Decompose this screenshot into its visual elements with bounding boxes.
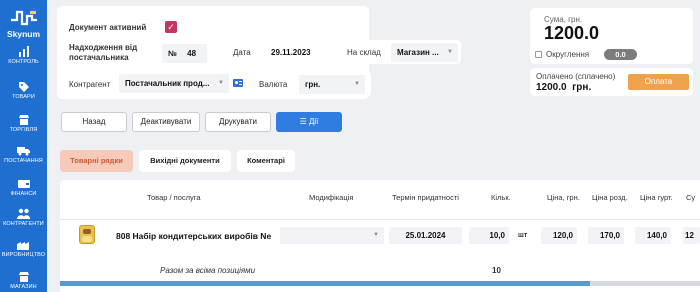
sidebar-item-label: ФІНАНСИ [10,191,37,197]
col-header-product[interactable]: Товар / послуга [147,193,201,202]
chevron-down-icon: ▼ [354,81,360,87]
sidebar-item-trade[interactable]: ТОРГІВЛЯ [0,114,47,133]
active-label: Документ активний [69,23,147,32]
actions-button[interactable]: ☰ Дії [276,112,342,132]
sidebar-item-finance[interactable]: ФІНАНСИ [0,178,47,197]
sidebar-item-supply[interactable]: ПОСТАЧАННЯ [0,145,47,164]
paid-label: Оплачено (сплачено) [536,72,616,81]
unit-label: шт [518,232,528,239]
sidebar-item-label: КОНТРАГЕНТИ [3,221,44,227]
date-warehouse-row: Дата 29.11.2023 На склад Магазин ... ▼ [215,40,461,64]
col-header-expiry[interactable]: Термін придатності [392,193,459,202]
retail-price-field[interactable]: 170,0 [588,227,624,244]
rounding-value: 0.0 [604,49,637,60]
deactivate-button[interactable]: Деактивувати [132,112,200,132]
expiry-field[interactable]: 25.01.2024 [389,227,462,244]
sidebar-item-label: ВИРОБНИЦТВО [1,252,46,258]
shop-icon [18,272,29,282]
date-field[interactable]: 29.11.2023 [265,43,330,62]
rounding-label: Округлення [546,50,590,59]
sidebar-item-control[interactable]: КОНТРОЛЬ [0,46,47,65]
chevron-down-icon: ▼ [218,80,224,86]
currency-card: Валюта грн. ▼ [255,71,371,97]
list-icon: ☰ [299,117,309,126]
print-button[interactable]: Друкувати [205,112,271,132]
header-divider [60,219,700,220]
paid-value: 1200.0 грн. [536,82,592,93]
date-card: Дата 29.11.2023 [223,40,335,64]
sidebar-item-contractors[interactable]: КОНТРАГЕНТИ [0,208,47,227]
chevron-down-icon: ▼ [373,232,379,238]
skynum-logo-icon [10,8,37,26]
col-header-price[interactable]: Ціна, грн. [547,193,580,202]
total-qty: 10 [492,266,501,275]
date-label: Дата [233,48,251,57]
back-button[interactable]: Назад [61,112,127,132]
sidebar-item-production[interactable]: ВИРОБНИЦТВО [0,239,47,258]
sidebar-item-shop[interactable]: МАГАЗИН [0,272,47,290]
warehouse-card: На склад Магазин ... ▼ [339,40,461,64]
store-icon [18,115,29,125]
sum-value: 1200.0 [544,23,600,43]
chevron-down-icon: ▼ [447,49,453,55]
product-name[interactable]: 808 Набір кондитерських виробів Ne [116,231,271,241]
col-header-retail[interactable]: Ціна розд. [592,193,628,202]
paid-card: Оплачено (сплачено) 1200.0 грн. Оплата [530,68,693,96]
factory-icon [17,242,29,250]
horizontal-scrollbar[interactable] [60,281,700,286]
tab-product-lines[interactable]: Товарні рядки [60,150,133,172]
chart-icon [18,46,29,57]
price-field[interactable]: 120,0 [541,227,577,244]
active-checkbox[interactable]: ✓ [165,21,177,33]
col-header-modification[interactable]: Модифікація [309,193,353,202]
product-thumbnail [79,225,95,244]
tab-comments[interactable]: Коментарі [237,150,295,172]
wholesale-price-field[interactable]: 140,0 [635,227,671,244]
sidebar-item-label: ТОРГІВЛЯ [9,127,38,133]
users-icon [17,208,30,219]
doc-number-field[interactable]: № 48 [162,44,207,63]
total-label: Разом за всіма позиціями [160,266,256,275]
warehouse-label: На склад [347,48,381,57]
sidebar-item-goods[interactable]: ТОВАРИ [0,81,47,100]
col-header-wholesale[interactable]: Ціна гурт. [640,193,673,202]
main-area: Документ активний ✓ Надходження від пост… [47,0,700,292]
tab-output-documents[interactable]: Вихідні документи [139,150,231,172]
modification-select[interactable]: ▼ [280,227,384,244]
warehouse-value: Магазин ... [397,48,439,57]
counterparty-label: Контрагент [69,80,111,89]
currency-value: грн. [305,80,321,89]
tag-icon [18,82,29,92]
logo[interactable]: Skynum [0,8,47,39]
currency-select[interactable]: грн. ▼ [299,75,365,94]
qty-field[interactable]: 10,0 [469,227,509,244]
wallet-icon [17,180,30,188]
rounding-checkbox[interactable] [535,51,542,58]
sum-card: Сума, грн. 1200.0 Округлення 0.0 [530,8,693,64]
number-prefix: № [168,49,177,58]
sidebar-item-label: КОНТРОЛЬ [8,59,39,65]
app-name: Skynum [6,29,41,39]
date-value: 29.11.2023 [271,48,311,57]
actions-label: Дії [308,117,319,126]
sidebar-item-label: ПОСТАЧАННЯ [4,158,43,164]
col-header-qty[interactable]: Кільк. [491,193,511,202]
scrollbar-thumb[interactable] [60,281,590,286]
counterparty-select[interactable]: Постачальник прод... ▼ [119,74,229,93]
col-header-sum[interactable]: Су [686,193,695,202]
sidebar: Skynum КОНТРОЛЬ ТОВАРИ ТОРГІВЛЯ ПОСТАЧАН… [0,0,47,292]
doc-number-value: 48 [187,49,197,58]
sidebar-item-label: МАГАЗИН [10,284,37,290]
truck-icon [17,147,30,156]
row-sum-field[interactable]: 12 [683,227,700,244]
income-label: Надходження від постачальника [69,43,138,62]
currency-label: Валюта [259,80,288,89]
pay-button[interactable]: Оплата [628,74,689,90]
sidebar-item-label: ТОВАРИ [12,94,35,100]
warehouse-select[interactable]: Магазин ... ▼ [391,43,458,62]
counterparty-value: Постачальник прод... [125,79,210,88]
contact-card-icon[interactable] [233,79,243,87]
